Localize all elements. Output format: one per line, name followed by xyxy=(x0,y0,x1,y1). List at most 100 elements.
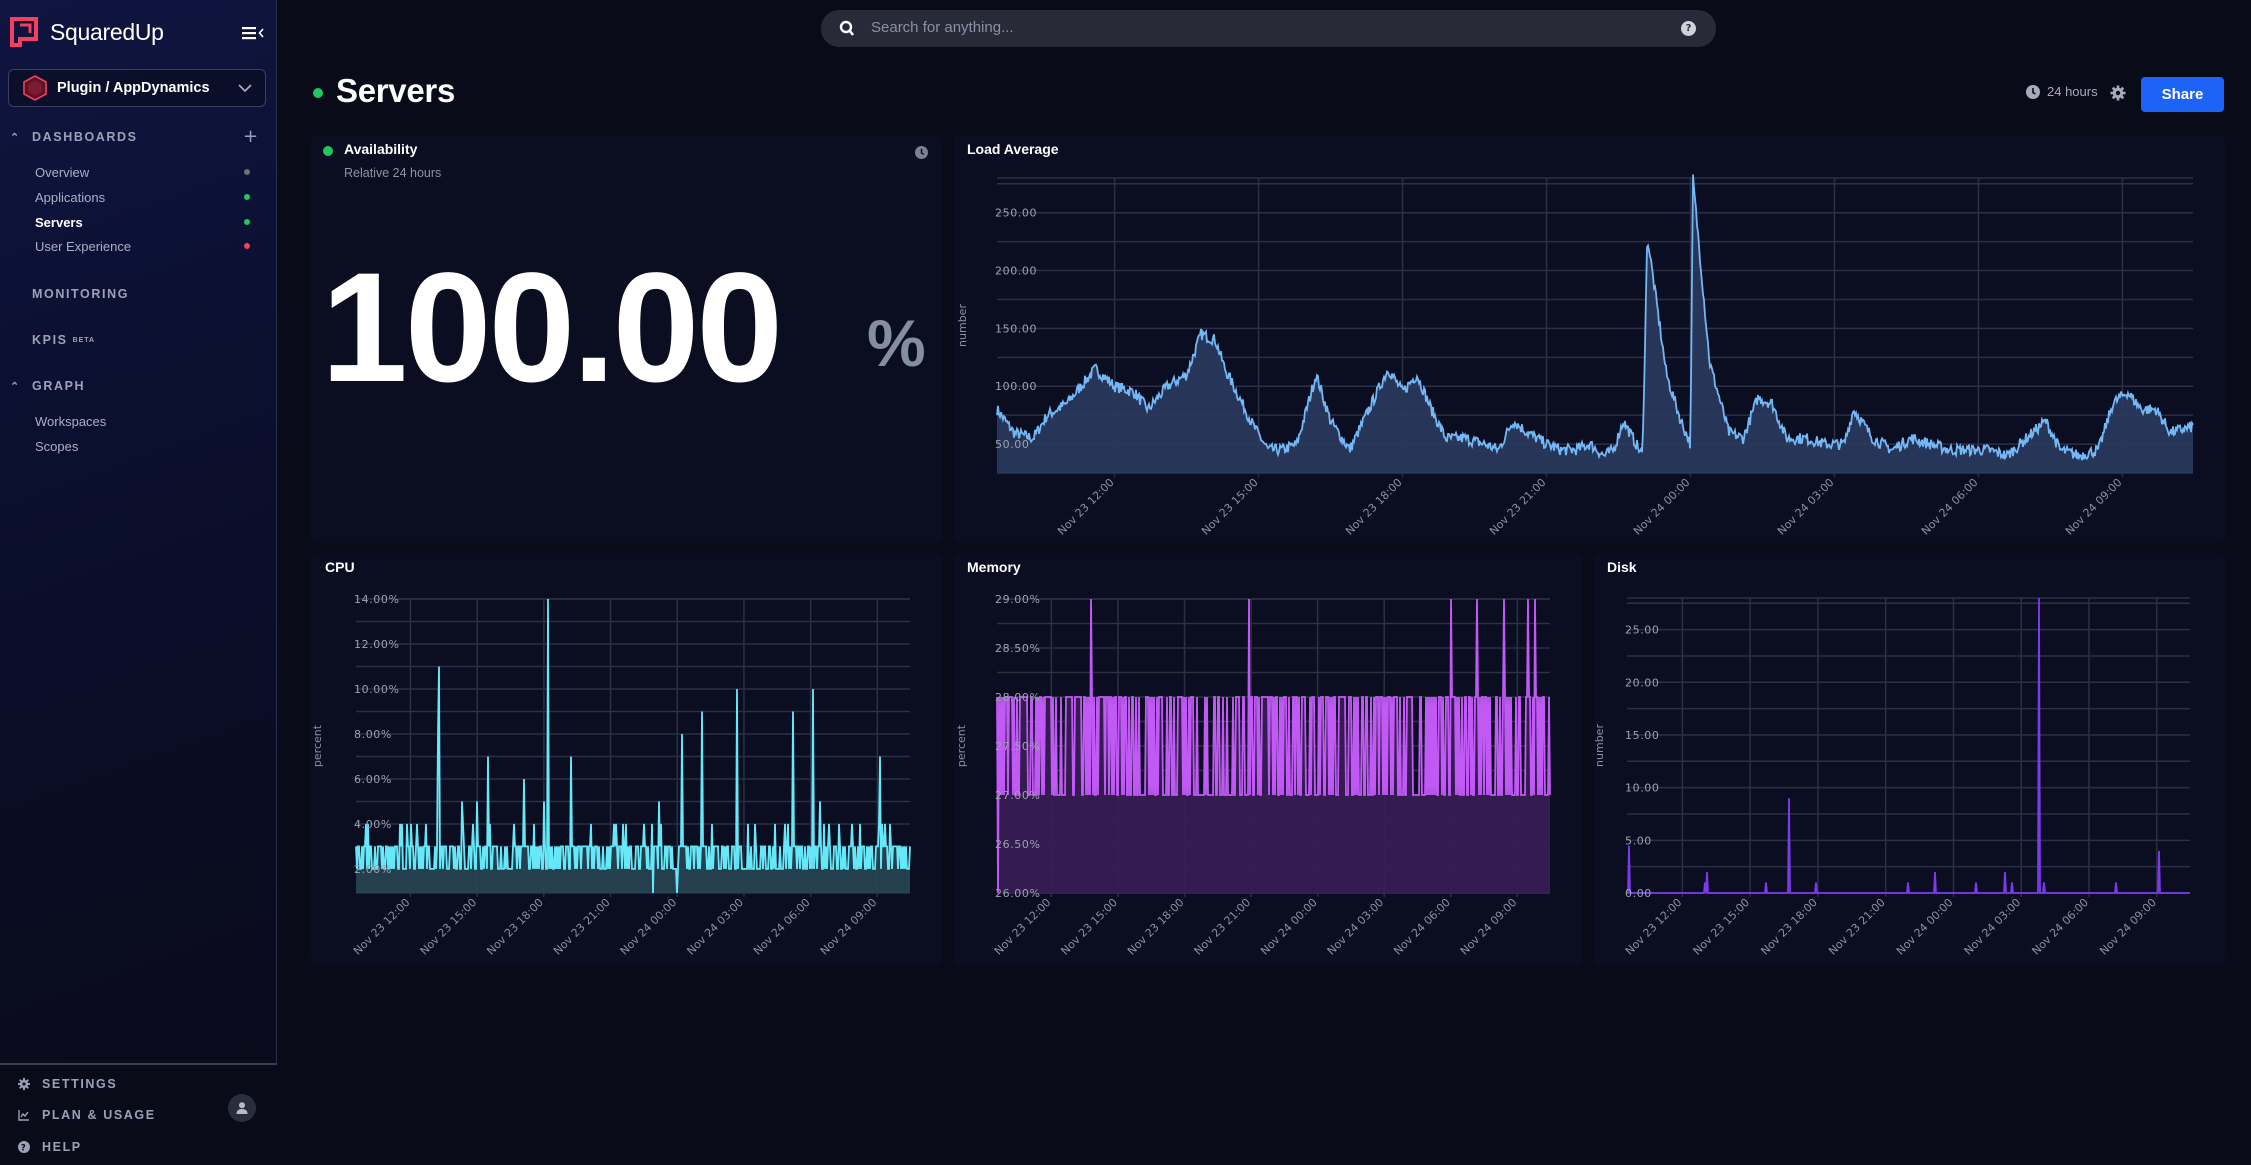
nav-label: Workspaces xyxy=(35,413,107,429)
x-tick-label: Nov 24 00:00 xyxy=(1631,476,1693,538)
clock-icon[interactable] xyxy=(915,146,928,159)
x-axis: Nov 23 12:00 Nov 23 15:00 Nov 23 18:00 Nov … xyxy=(351,896,879,958)
brand-name: SquaredUp xyxy=(50,18,164,45)
search-icon xyxy=(839,20,855,36)
x-tick-label: Nov 23 15:00 xyxy=(418,896,480,958)
x-axis: Nov 23 12:00 Nov 23 15:00 Nov 23 18:00 Nov … xyxy=(1055,476,2125,538)
workspace-cube-icon xyxy=(23,75,47,101)
memory-chart: 26.00% 26.50% 27.00% 27.50% 28.00% 28.50% 29.0… xyxy=(955,593,1551,958)
help-link[interactable]: ? HELP xyxy=(18,1140,82,1154)
section-graph[interactable]: ⌃ GRAPH xyxy=(10,379,85,393)
section-label: DASHBOARDS xyxy=(32,130,138,144)
y-axis-title: number xyxy=(1593,724,1606,767)
x-tick-label: Nov 24 03:00 xyxy=(1962,896,2024,958)
user-avatar[interactable] xyxy=(228,1094,256,1122)
sidebar-item-scopes[interactable]: Scopes xyxy=(35,435,260,457)
sidebar-item-applications[interactable]: Applications xyxy=(35,186,260,208)
nav-label: Overview xyxy=(35,164,90,180)
timeframe-label: 24 hours xyxy=(2047,84,2098,99)
x-tick-label: Nov 23 15:00 xyxy=(1691,896,1753,958)
availability-tile[interactable]: Availability Relative 24 hours 100.00 % xyxy=(311,135,942,543)
workspace-selector[interactable]: Plugin / AppDynamics xyxy=(8,69,266,107)
sidebar-item-workspaces[interactable]: Workspaces xyxy=(35,410,260,432)
sidebar-item-overview[interactable]: Overview xyxy=(35,161,260,183)
x-tick-label: Nov 23 21:00 xyxy=(551,896,613,958)
gear-icon xyxy=(2110,85,2126,101)
memory-tile[interactable]: Memory 26.00% 26.50% 27.00% 27.50% 28.00% 28.… xyxy=(953,553,1583,965)
x-tick-label: Nov 23 18:00 xyxy=(1343,476,1405,538)
sidebar-item-user-experience[interactable]: User Experience xyxy=(35,235,260,257)
x-tick-label: Nov 24 00:00 xyxy=(1258,896,1320,958)
y-tick-label: 26.50% xyxy=(995,838,1041,851)
page-status-dot xyxy=(313,88,323,98)
disk-chart: 0.00 5.00 10.00 15.00 20.00 25.00 number Nov 23… xyxy=(1593,597,2190,958)
y-tick-label: 8.00% xyxy=(354,728,392,741)
global-search[interactable]: Search for anything... ? xyxy=(821,10,1716,47)
svg-text:?: ? xyxy=(21,1144,28,1154)
chart-line-icon xyxy=(18,1110,29,1121)
disk-tile[interactable]: Disk 0.00 5.00 10.00 15.00 20.00 25.00 number N… xyxy=(1593,553,2225,965)
tile-subtitle: Relative 24 hours xyxy=(344,166,442,180)
y-tick-label: 12.00% xyxy=(354,638,400,651)
x-tick-label: Nov 23 21:00 xyxy=(1826,896,1888,958)
chevron-up-icon: ⌃ xyxy=(10,380,21,393)
footer-label: HELP xyxy=(42,1140,82,1154)
user-icon xyxy=(236,1102,248,1114)
help-circle-icon: ? xyxy=(18,1141,30,1153)
sidebar: SquaredUp Plugin / AppDynamics ⌃ DASHBOA… xyxy=(0,0,277,1165)
x-tick-label: Nov 23 21:00 xyxy=(1487,476,1549,538)
y-axis-title: number xyxy=(956,304,969,347)
availability-value: 100.00 xyxy=(321,241,783,415)
section-kpis[interactable]: KPIS BETA xyxy=(32,333,95,347)
brand-logo[interactable]: SquaredUp xyxy=(10,17,164,47)
y-tick-label: 26.00% xyxy=(995,887,1041,900)
y-tick-label: 50.00 xyxy=(995,438,1030,451)
y-tick-label: 15.00 xyxy=(1625,729,1660,742)
area-fill xyxy=(1627,598,2190,893)
beta-badge: BETA xyxy=(72,336,96,344)
timeframe-selector[interactable]: 24 hours xyxy=(2026,84,2098,99)
settings-link[interactable]: SETTINGS xyxy=(18,1077,117,1091)
x-tick-label: Nov 24 03:00 xyxy=(1325,896,1387,958)
x-tick-label: Nov 23 12:00 xyxy=(1055,476,1117,538)
footer-label: PLAN & USAGE xyxy=(42,1108,156,1122)
y-tick-label: 25.00 xyxy=(1625,624,1660,637)
x-tick-label: Nov 24 03:00 xyxy=(1775,476,1837,538)
nav-label: Scopes xyxy=(35,438,79,454)
dashboard-settings-button[interactable] xyxy=(2110,85,2126,105)
x-tick-label: Nov 24 09:00 xyxy=(818,896,880,958)
x-tick-label: Nov 23 15:00 xyxy=(1199,476,1261,538)
cpu-tile[interactable]: CPU 2.00% 4.00% 6.00% 8.00% 10.00% 12.00% 14.0… xyxy=(311,553,942,965)
x-tick-label: Nov 23 21:00 xyxy=(1192,896,1254,958)
sidebar-item-servers[interactable]: Servers xyxy=(35,211,260,233)
availability-status-dot xyxy=(323,146,333,156)
y-tick-label: 28.00% xyxy=(995,691,1041,704)
section-monitoring[interactable]: MONITORING xyxy=(32,287,129,301)
x-axis: Nov 23 12:00 Nov 23 15:00 Nov 23 18:00 Nov … xyxy=(992,896,1520,958)
x-tick-label: Nov 24 00:00 xyxy=(1894,896,1956,958)
plan-usage-link[interactable]: PLAN & USAGE xyxy=(18,1108,156,1122)
search-input[interactable]: Search for anything... xyxy=(871,19,1014,36)
series-line xyxy=(355,598,911,894)
search-help-icon[interactable]: ? xyxy=(1681,21,1696,36)
y-tick-label: 100.00 xyxy=(995,380,1037,393)
series-cpu xyxy=(355,598,911,894)
y-tick-label: 27.50% xyxy=(995,740,1041,753)
page-title: Servers xyxy=(336,72,456,109)
availability-unit: % xyxy=(867,306,926,380)
y-tick-label: 4.00% xyxy=(354,818,392,831)
x-tick-label: Nov 23 18:00 xyxy=(484,896,546,958)
collapse-sidebar-button[interactable] xyxy=(240,22,268,44)
x-tick-label: Nov 24 06:00 xyxy=(1919,476,1981,538)
load-average-tile[interactable]: Load Average 50.00 100.00 150.00 200.00 250.… xyxy=(953,135,2225,543)
nav-label: User Experience xyxy=(35,238,132,254)
y-tick-label: 2.00% xyxy=(354,863,392,876)
add-dashboard-button[interactable]: + xyxy=(243,126,258,147)
y-tick-label: 5.00 xyxy=(1625,834,1652,847)
y-tick-label: 250.00 xyxy=(995,207,1037,220)
y-axis-title: percent xyxy=(955,724,968,767)
section-label: GRAPH xyxy=(32,379,86,393)
section-dashboards[interactable]: ⌃ DASHBOARDS xyxy=(10,130,138,144)
x-tick-label: Nov 23 18:00 xyxy=(1125,896,1187,958)
share-button[interactable]: Share xyxy=(2141,77,2224,112)
